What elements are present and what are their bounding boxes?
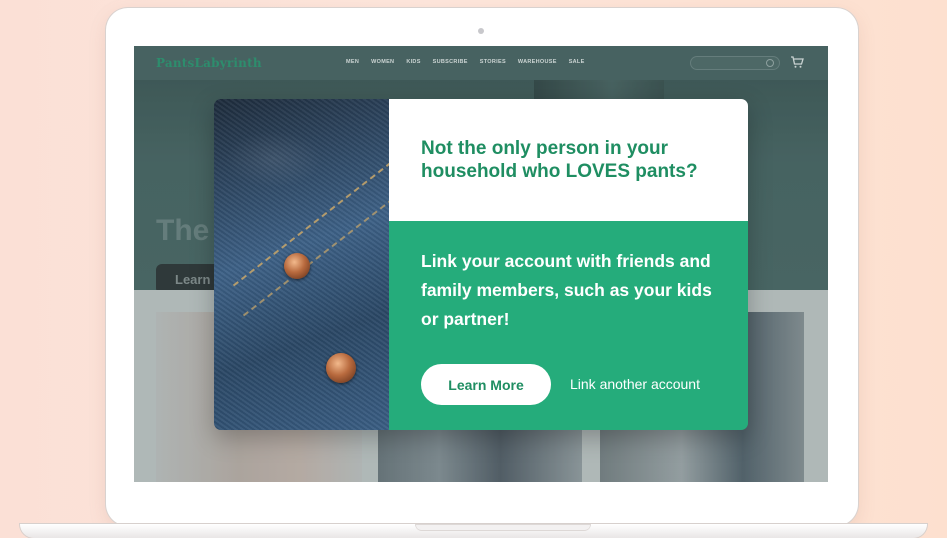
modal-header: Not the only person in your household wh… (389, 99, 748, 221)
rivet (326, 353, 356, 383)
modal-content: Link your account with friends and famil… (389, 221, 748, 430)
learn-more-button[interactable]: Learn More (421, 364, 551, 405)
link-another-account-link[interactable]: Link another account (570, 376, 700, 392)
modal-headline: Not the only person in your household wh… (421, 138, 698, 182)
laptop-base (20, 524, 927, 538)
camera-dot (478, 28, 484, 34)
modal-body-text: Link your account with friends and famil… (421, 251, 712, 329)
denim-pocket-image (214, 99, 426, 430)
laptop-notch (415, 524, 591, 531)
link-account-modal: Not the only person in your household wh… (214, 99, 748, 430)
rivet (284, 253, 310, 279)
